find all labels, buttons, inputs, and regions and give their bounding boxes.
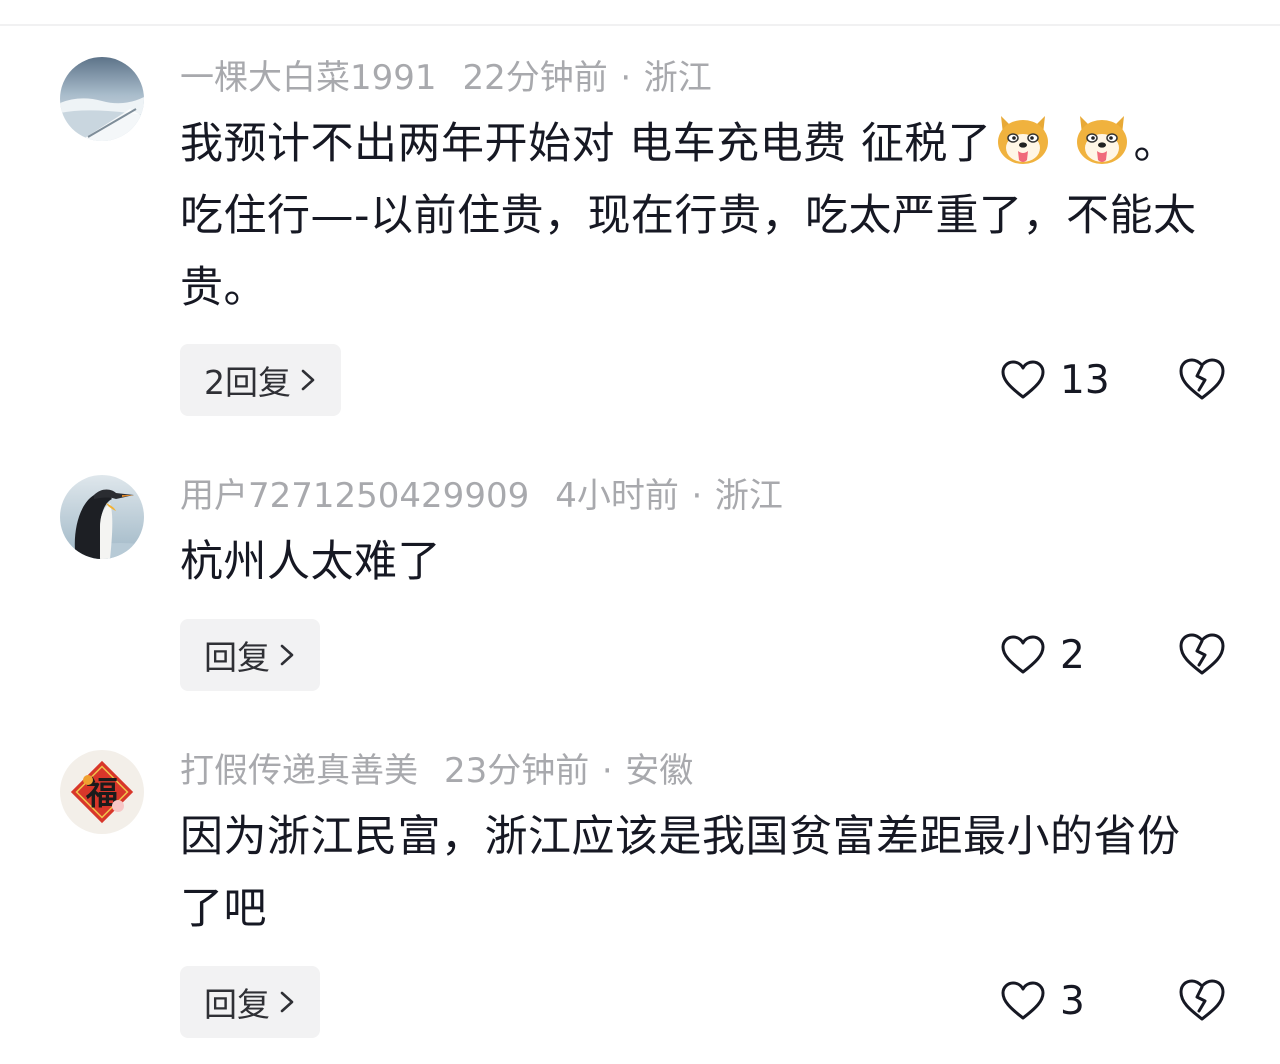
comment-text-part1: 我预计不出两年开始对 电车充电费 征税了 <box>180 119 992 169</box>
avatar[interactable]: 福 <box>60 750 144 834</box>
comment-location: 浙江 <box>714 476 783 516</box>
dislike-button[interactable] <box>1178 356 1226 402</box>
like-button[interactable]: 13 <box>1000 352 1110 408</box>
comment-meta: 用户7271250429909 4小时前 · 浙江 <box>180 474 783 518</box>
comment-meta: 一棵大白菜1991 22分钟前 · 浙江 <box>180 56 712 100</box>
separator-dot: · <box>620 58 632 98</box>
username[interactable]: 一棵大白菜1991 <box>180 58 437 98</box>
shiba-dog-emoji-icon <box>1072 108 1132 168</box>
shiba-dog-emoji-icon <box>993 108 1053 168</box>
chevron-right-icon <box>278 642 296 668</box>
separator-dot: · <box>691 476 703 516</box>
comment-text: 因为浙江民富，浙江应该是我国贫富差距最小的省份了吧 <box>180 812 1181 934</box>
broken-heart-icon <box>1179 633 1225 675</box>
comment-text: 我预计不出两年开始对 电车充电费 征税了 。 吃住行—-以前住贵，现在行贵，吃太… <box>180 108 1220 324</box>
reply-label: 回复 <box>204 638 270 677</box>
like-button[interactable]: 3 <box>1000 973 1085 1029</box>
comment-time: 23分钟前 <box>444 751 590 791</box>
like-button[interactable]: 2 <box>1000 627 1085 683</box>
username[interactable]: 用户7271250429909 <box>180 476 529 516</box>
reply-label: 2回复 <box>204 363 291 402</box>
comment-location: 浙江 <box>643 58 712 98</box>
chevron-right-icon <box>299 367 317 393</box>
dislike-button[interactable] <box>1178 977 1226 1023</box>
avatar[interactable] <box>60 475 144 559</box>
view-replies-button[interactable]: 2回复 <box>180 344 341 416</box>
reply-label: 回复 <box>204 985 270 1024</box>
reply-button[interactable]: 回复 <box>180 966 320 1038</box>
like-count: 2 <box>1060 632 1085 678</box>
comment-time: 22分钟前 <box>462 58 608 98</box>
reply-button[interactable]: 回复 <box>180 619 320 691</box>
username[interactable]: 打假传递真善美 <box>180 751 418 791</box>
heart-outline-icon <box>1000 980 1046 1022</box>
broken-heart-icon <box>1179 979 1225 1021</box>
heart-outline-icon <box>1000 359 1046 401</box>
separator-dot: · <box>601 751 613 791</box>
comment-text: 杭州人太难了 <box>180 537 441 587</box>
comment-meta: 打假传递真善美 23分钟前 · 安徽 <box>180 749 693 793</box>
broken-heart-icon <box>1179 358 1225 400</box>
dislike-button[interactable] <box>1178 631 1226 677</box>
comment-time: 4小时前 <box>555 476 679 516</box>
comment-location: 安徽 <box>625 751 694 791</box>
avatar[interactable] <box>60 57 144 141</box>
top-divider <box>0 24 1280 26</box>
like-count: 13 <box>1060 357 1110 403</box>
like-count: 3 <box>1060 978 1085 1024</box>
heart-outline-icon <box>1000 634 1046 676</box>
chevron-right-icon <box>278 989 296 1015</box>
